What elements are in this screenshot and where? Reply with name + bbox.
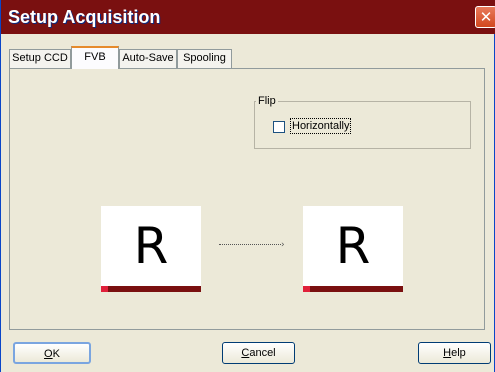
source-bar	[101, 286, 201, 292]
result-letter: R	[335, 217, 371, 275]
result-bar	[303, 286, 403, 292]
cancel-button[interactable]: Cancel	[222, 342, 295, 364]
flip-arrow-icon: ›	[219, 240, 287, 250]
horizontally-checkbox[interactable]	[273, 121, 285, 133]
source-letter: R	[133, 217, 169, 275]
ok-button[interactable]: OK	[13, 342, 91, 364]
flip-groupbox	[254, 101, 471, 149]
title-bar[interactable]: Setup Acquisition ✕	[1, 0, 495, 34]
result-bar-lead	[303, 286, 310, 292]
help-button[interactable]: Help	[418, 342, 491, 364]
tab-spooling[interactable]: Spooling	[177, 49, 232, 68]
tab-setup-ccd[interactable]: Setup CCD	[9, 49, 71, 68]
result-preview-image: R	[303, 206, 403, 292]
tab-auto-save[interactable]: Auto-Save	[119, 49, 177, 68]
close-icon[interactable]: ✕	[475, 6, 495, 28]
setup-acquisition-window: Setup Acquisition ✕ Setup CCD FVB Auto-S…	[0, 0, 495, 372]
source-bar-lead	[101, 286, 108, 292]
window-title: Setup Acquisition	[8, 7, 161, 27]
flip-group-label: Flip	[256, 95, 278, 107]
source-preview-image: R	[101, 206, 201, 292]
horizontally-label[interactable]: Horizontally	[290, 118, 352, 134]
tab-fvb[interactable]: FVB	[71, 46, 119, 69]
arrow-head: ›	[281, 240, 285, 250]
arrow-line	[219, 244, 281, 245]
